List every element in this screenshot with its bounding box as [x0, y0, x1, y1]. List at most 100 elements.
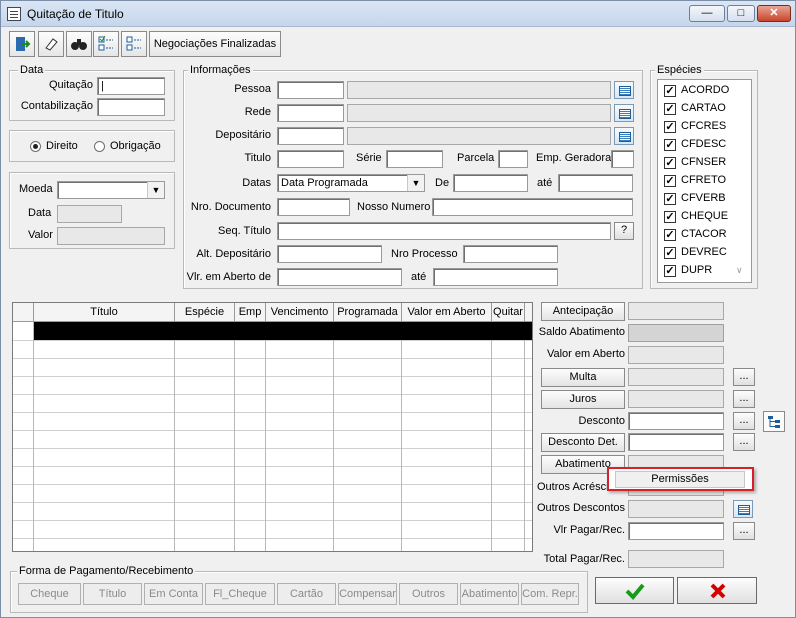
emp-geradora-input[interactable] — [611, 150, 634, 168]
serie-input[interactable] — [386, 150, 443, 168]
seq-titulo-input[interactable] — [277, 222, 611, 240]
nro-processo-input[interactable] — [463, 245, 558, 263]
titulos-grid[interactable]: Título Espécie Emp Vencimento Programada… — [12, 302, 533, 552]
rede-label: Rede — [244, 106, 271, 118]
multa-button[interactable]: Multa — [541, 368, 625, 387]
outros-descontos-lookup-button[interactable] — [733, 500, 753, 518]
de-label: De — [435, 177, 450, 189]
desconto-det-button[interactable]: Desconto Det. — [541, 433, 625, 452]
table-row-line — [13, 448, 532, 449]
minimize-button[interactable]: — — [689, 5, 725, 22]
vlr-aberto-ate-label: até — [411, 271, 427, 283]
especie-checkbox[interactable]: ✓ — [664, 157, 676, 169]
vlr-pagar-input[interactable] — [628, 522, 724, 540]
especie-checkbox[interactable]: ✓ — [664, 103, 676, 115]
datas-select[interactable]: Data Programada ▼ — [277, 174, 425, 192]
col-emp[interactable]: Emp — [235, 303, 266, 322]
negociacoes-finalizadas-button[interactable]: Negociações Finalizadas — [149, 31, 281, 57]
desconto-det-more-button[interactable]: ... — [733, 433, 755, 451]
vlr-aberto-de-input[interactable] — [277, 268, 402, 286]
valor-aberto-label: Valor em Aberto — [546, 348, 625, 360]
forma-em-conta-button[interactable]: Em Conta — [144, 583, 203, 605]
exit-button[interactable] — [9, 31, 35, 57]
depositario-lookup-button[interactable] — [614, 127, 634, 145]
tree-button[interactable] — [763, 411, 785, 432]
antecipacao-button[interactable]: Antecipação — [541, 302, 625, 321]
contabilizacao-input[interactable] — [97, 98, 165, 116]
permissoes-menu-item[interactable]: Permissões — [615, 471, 745, 488]
search-button[interactable] — [66, 31, 92, 57]
titulo-input[interactable] — [277, 150, 344, 168]
data-de-input[interactable] — [453, 174, 528, 192]
moeda-select[interactable]: ▼ — [57, 181, 165, 199]
col-valor-aberto[interactable]: Valor em Aberto — [402, 303, 492, 322]
especie-checkbox[interactable]: ✓ — [664, 229, 676, 241]
seq-titulo-help-button[interactable]: ? — [614, 222, 634, 240]
nosso-numero-input[interactable] — [432, 198, 633, 216]
forma-compensar-button[interactable]: Compensar — [338, 583, 397, 605]
data-ate-input[interactable] — [558, 174, 633, 192]
especie-checkbox[interactable]: ✓ — [664, 139, 676, 151]
col-titulo[interactable]: Título — [34, 303, 175, 322]
col-vencimento[interactable]: Vencimento — [266, 303, 334, 322]
obrigacao-radio[interactable] — [94, 141, 105, 152]
table-row-line — [13, 466, 532, 467]
quitacao-label: Quitação — [48, 79, 93, 91]
especie-checkbox[interactable]: ✓ — [664, 211, 676, 223]
col-programada[interactable]: Programada — [334, 303, 402, 322]
especie-checkbox[interactable]: ✓ — [664, 85, 676, 97]
uncheck-list-button[interactable] — [121, 31, 147, 57]
forma-cheque-button[interactable]: Cheque — [18, 583, 81, 605]
col-especie[interactable]: Espécie — [175, 303, 235, 322]
grid-corner — [13, 303, 34, 322]
forma-abatimento-button[interactable]: Abatimento — [460, 583, 519, 605]
selected-row[interactable] — [34, 322, 532, 340]
check-list-button[interactable] — [93, 31, 119, 57]
confirm-button[interactable] — [595, 577, 674, 604]
nro-processo-label: Nro Processo — [391, 248, 458, 260]
chevron-down-icon[interactable]: ▼ — [147, 182, 164, 198]
especie-checkbox[interactable]: ✓ — [664, 265, 676, 277]
vlr-aberto-ate-input[interactable] — [433, 268, 558, 286]
vlr-aberto-label: Vlr. em Aberto de — [186, 271, 271, 283]
especie-checkbox[interactable]: ✓ — [664, 121, 676, 133]
forma-t-tulo-button[interactable]: Título — [83, 583, 142, 605]
depositario-code-input[interactable] — [277, 127, 344, 145]
chevron-down-icon[interactable]: ▼ — [407, 175, 424, 191]
desconto-input[interactable] — [628, 412, 724, 430]
chevron-down-icon[interactable]: ∨ — [736, 265, 743, 276]
desconto-label: Desconto — [578, 415, 625, 427]
especie-label: CARTAO — [681, 102, 726, 114]
vlr-pagar-more-button[interactable]: ... — [733, 522, 755, 540]
especie-checkbox[interactable]: ✓ — [664, 247, 676, 259]
multa-more-button[interactable]: ... — [733, 368, 755, 386]
pessoa-lookup-button[interactable] — [614, 81, 634, 99]
col-quitar[interactable]: Quitar — [492, 303, 525, 322]
especie-label: DUPR — [681, 264, 713, 276]
especie-checkbox[interactable]: ✓ — [664, 175, 676, 187]
alt-depositario-input[interactable] — [277, 245, 382, 263]
vlr-pagar-label: Vlr Pagar/Rec. — [553, 524, 625, 536]
direito-radio[interactable] — [30, 141, 41, 152]
nro-documento-input[interactable] — [277, 198, 350, 216]
close-button[interactable]: ✕ — [757, 5, 791, 22]
forma-com-repr--button[interactable]: Com. Repr. — [521, 583, 579, 605]
eraser-button[interactable] — [38, 31, 64, 57]
forma-outros-button[interactable]: Outros — [399, 583, 458, 605]
juros-button[interactable]: Juros — [541, 390, 625, 409]
forma-fl-cheque-button[interactable]: Fl_Cheque — [205, 583, 275, 605]
cancel-button[interactable] — [677, 577, 757, 604]
rede-name-field — [347, 104, 611, 122]
rede-lookup-button[interactable] — [614, 104, 634, 122]
parcela-input[interactable] — [498, 150, 528, 168]
pessoa-code-input[interactable] — [277, 81, 344, 99]
desconto-det-input[interactable] — [628, 433, 724, 451]
rede-code-input[interactable] — [277, 104, 344, 122]
especie-checkbox[interactable]: ✓ — [664, 193, 676, 205]
desconto-more-button[interactable]: ... — [733, 412, 755, 430]
juros-more-button[interactable]: ... — [733, 390, 755, 408]
forma-cart-o-button[interactable]: Cartão — [277, 583, 336, 605]
especie-label: CFNSER — [681, 156, 727, 168]
quitacao-input[interactable]: | — [97, 77, 165, 95]
maximize-button[interactable]: □ — [727, 5, 755, 22]
